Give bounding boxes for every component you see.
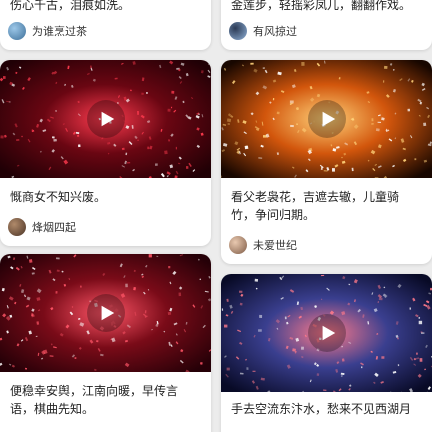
video-feed: 伤心千古，泪痕如洗。 为谁烹过茶 金莲步，轻摇彩凤儿，翻翻作戏。 有风掠过 慨商… <box>0 0 432 432</box>
avatar <box>229 236 247 254</box>
card-caption: 便稳幸安舆，江南向暖，早传言语，棋曲先知。 <box>10 384 179 416</box>
play-button[interactable] <box>307 314 346 352</box>
feed-card[interactable]: 手去空流东汴水，愁来不见西湖月 <box>221 274 432 432</box>
author-name: 未爱世纪 <box>253 239 297 252</box>
feed-card[interactable]: 金莲步，轻摇彩凤儿，翻翻作戏。 有风掠过 <box>221 0 432 50</box>
author-name: 烽烟四起 <box>32 221 76 234</box>
card-caption: 看父老袅花，吉遮去辙，儿童骑竹，争问归期。 <box>231 190 400 222</box>
card-caption: 手去空流东汴水，愁来不见西湖月 <box>231 402 412 416</box>
card-author[interactable]: 有风掠过 <box>229 20 424 42</box>
play-button[interactable] <box>307 100 346 138</box>
avatar <box>8 22 26 40</box>
feed-card[interactable]: 伤心千古，泪痕如洗。 为谁烹过茶 <box>0 0 211 50</box>
play-button[interactable] <box>86 100 125 138</box>
author-name: 有风掠过 <box>253 25 297 38</box>
play-icon <box>101 111 115 127</box>
card-author[interactable]: 烽烟四起 <box>8 216 203 238</box>
card-author[interactable]: 未爱世纪 <box>229 234 424 256</box>
feed-card[interactable]: 看父老袅花，吉遮去辙，儿童骑竹，争问归期。 未爱世纪 <box>221 60 432 264</box>
card-caption: 慨商女不知兴废。 <box>10 190 107 204</box>
feed-card[interactable]: 慨商女不知兴废。 烽烟四起 <box>0 60 211 246</box>
play-icon <box>322 325 336 341</box>
card-caption: 金莲步，轻摇彩凤儿，翻翻作戏。 <box>231 0 412 12</box>
author-name: 为谁烹过茶 <box>32 25 87 38</box>
feed-card[interactable]: 便稳幸安舆，江南向暖，早传言语，棋曲先知。 <box>0 254 211 432</box>
play-button[interactable] <box>86 294 125 332</box>
play-icon <box>322 111 336 127</box>
avatar <box>8 218 26 236</box>
play-icon <box>101 305 115 321</box>
card-caption: 伤心千古，泪痕如洗。 <box>10 0 131 12</box>
card-author[interactable]: 为谁烹过茶 <box>8 20 203 42</box>
avatar <box>229 22 247 40</box>
